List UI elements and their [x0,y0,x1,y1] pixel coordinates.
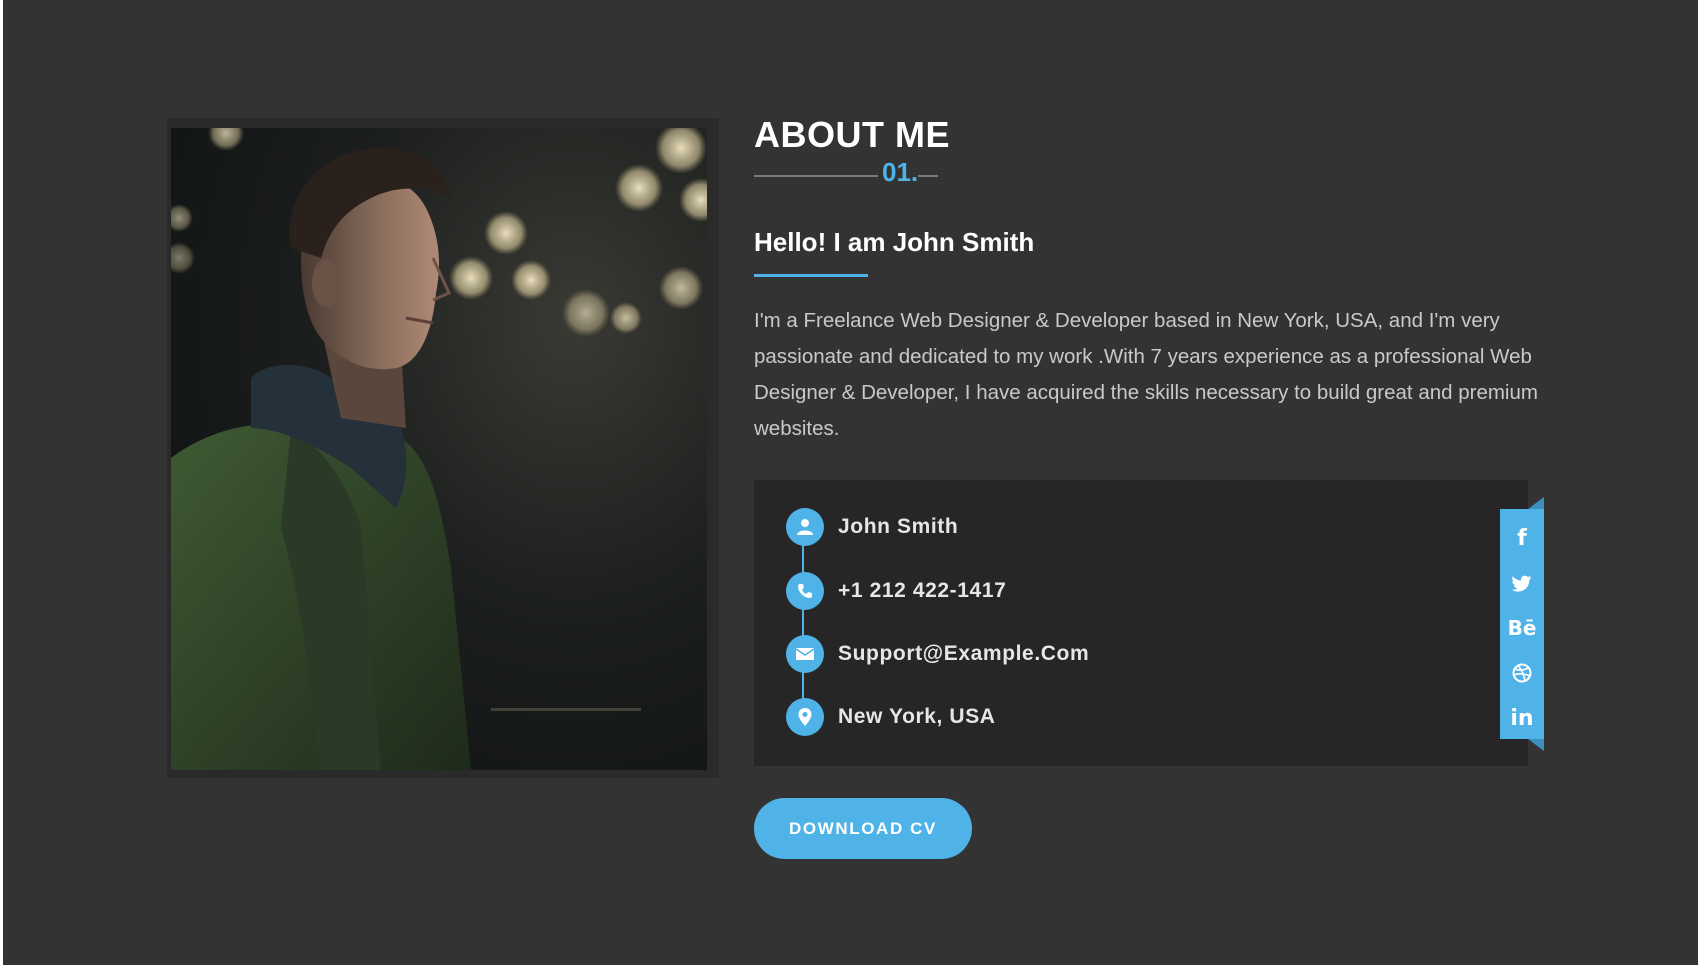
contact-phone-row: +1 212 422-1417 [786,571,1006,611]
title-divider-left [754,175,878,177]
linkedin-icon[interactable]: in [1500,701,1544,735]
download-cv-button[interactable]: DOWNLOAD CV [754,798,972,859]
intro-heading: Hello! I am John Smith [754,227,1035,257]
contact-location: New York, USA [838,705,996,728]
contact-email[interactable]: Support@Example.Com [838,642,1089,666]
title-divider-right [918,175,938,177]
contact-timeline-line [802,526,804,718]
section-number: 01. [882,157,919,187]
facebook-icon[interactable]: f [1500,521,1544,555]
contact-email-row: Support@Example.Com [786,634,1089,674]
phone-icon [786,572,824,610]
contact-phone[interactable]: +1 212 422-1417 [838,579,1006,603]
user-icon [786,508,824,546]
section-title: ABOUT ME [754,114,950,155]
social-bar-tab-top [1528,497,1544,509]
contact-name-row: John Smith [786,507,958,547]
bio-paragraph: I'm a Freelance Web Designer & Developer… [754,309,1538,440]
map-pin-icon [786,698,824,736]
envelope-icon [786,635,824,673]
contact-name: John Smith [838,515,959,538]
social-bar-tab-bottom [1528,739,1544,751]
twitter-icon[interactable] [1500,566,1544,600]
intro-heading-underline [754,274,868,277]
behance-icon[interactable]: Bē [1500,611,1544,645]
contact-location-row: New York, USA [786,697,996,737]
dribbble-icon[interactable] [1500,656,1544,690]
profile-photo [171,128,707,770]
